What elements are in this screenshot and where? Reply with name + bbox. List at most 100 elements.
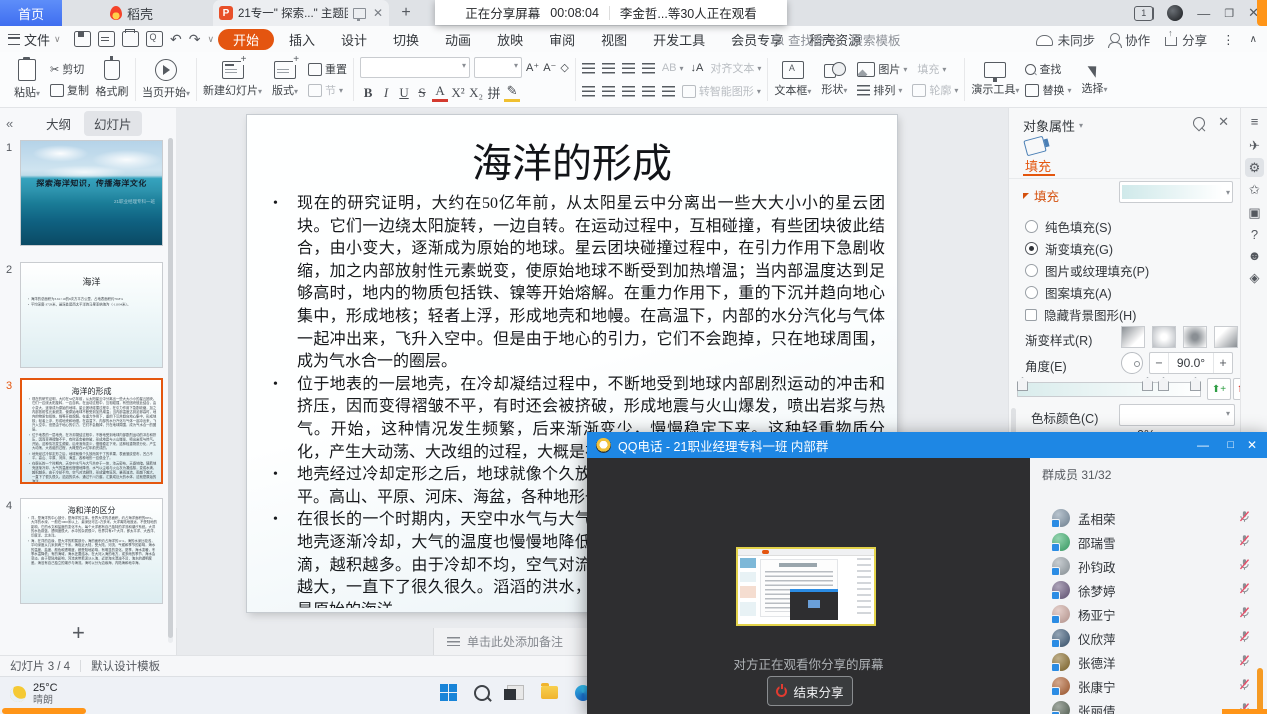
strikethrough-button[interactable]: S (414, 85, 430, 101)
share-button[interactable]: 分享 (1165, 30, 1207, 49)
paste-button[interactable]: 粘贴▾ (10, 54, 44, 106)
phonetic-guide-button[interactable]: 拼 (486, 83, 502, 102)
add-gradient-stop-button[interactable]: ⬆+ (1207, 378, 1231, 400)
angle-dial[interactable] (1121, 352, 1143, 374)
fill-section-header[interactable]: 填充 (1023, 186, 1059, 205)
collapse-panel-button[interactable]: « (6, 116, 13, 131)
effects-icon[interactable]: ✩ (1245, 180, 1264, 199)
fill-preview-dropdown[interactable]: ▾ (1119, 181, 1233, 203)
gradient-stop[interactable] (1190, 377, 1201, 391)
option-hide-background[interactable]: 隐藏背景图形(H) (1025, 305, 1136, 324)
align-text-button[interactable]: 对齐文本▾ (710, 60, 761, 77)
fill-button[interactable]: 填充▾ (917, 61, 946, 78)
gradient-style-3[interactable] (1183, 326, 1207, 348)
find-button[interactable]: 查找 (1025, 61, 1071, 78)
member-row[interactable]: 孟相荣 (1030, 506, 1267, 530)
quick-tools-icon[interactable]: ✈ (1245, 136, 1264, 155)
font-size-combobox[interactable] (474, 57, 522, 78)
angle-value[interactable]: 90.0° (1168, 353, 1214, 373)
menu-tab-设计[interactable]: 设计 (336, 27, 372, 52)
slide-thumbnail-4[interactable]: 海和洋的区分 洋，是海洋的中心部分，是海洋的主体。世界大洋的总面积，约占海洋面积… (20, 498, 163, 604)
option-solid-fill[interactable]: 纯色填充(S) (1025, 217, 1112, 236)
new-tab-button[interactable]: + (396, 3, 416, 23)
decrease-font-button[interactable]: A⁻ (543, 59, 556, 76)
textbox-button[interactable]: 文本框▾ (774, 54, 811, 106)
qq-close-button[interactable]: ✕ (1247, 432, 1257, 458)
tab-home[interactable]: 首页 (0, 0, 62, 26)
gradient-stop[interactable] (1158, 377, 1169, 391)
align-left-icon[interactable] (582, 86, 595, 97)
account-avatar[interactable] (1167, 5, 1183, 21)
redo-icon[interactable]: ↷ (189, 31, 201, 48)
undo-icon[interactable]: ↶ (170, 31, 182, 48)
qq-minimize-button[interactable]: — (1197, 432, 1209, 458)
member-row[interactable]: 杨亚宁 (1030, 602, 1267, 626)
member-list-scrollbar[interactable] (1257, 668, 1263, 714)
sync-status[interactable]: 未同步 (1036, 30, 1096, 49)
section-button[interactable]: 节▾ (308, 82, 347, 99)
file-explorer-icon[interactable] (541, 686, 558, 699)
member-row[interactable]: 徐梦婷 (1030, 578, 1267, 602)
more-options-icon[interactable]: ⋮ (1222, 32, 1235, 47)
select-button[interactable]: 选择▾ (1077, 54, 1111, 106)
tab-slides-active[interactable]: 幻灯片 (84, 111, 142, 136)
taskbar-search-icon[interactable] (474, 685, 490, 701)
font-color-button[interactable]: A (432, 83, 448, 102)
mic-muted-icon[interactable] (1238, 606, 1251, 622)
new-slide-button[interactable]: 新建幻灯片▾ (203, 54, 262, 106)
drag-handle-icon[interactable]: ≡ (1245, 112, 1264, 131)
menu-tab-放映[interactable]: 放映 (492, 27, 528, 52)
duplicate-icon[interactable]: ▣ (1245, 203, 1264, 222)
gradient-style-1[interactable] (1121, 326, 1145, 348)
menu-tab-start-active[interactable]: 开始 (218, 29, 274, 50)
member-row[interactable]: 张康宁 (1030, 674, 1267, 698)
bullets-icon[interactable] (582, 63, 595, 74)
member-row[interactable]: 仪欣萍 (1030, 626, 1267, 650)
mic-muted-icon[interactable] (1238, 630, 1251, 646)
maximize-button[interactable]: ❐ (1224, 7, 1234, 20)
customize-toolbar-icon[interactable]: ∨ (207, 34, 214, 45)
outline-button[interactable]: 轮廓▾ (912, 82, 958, 99)
justify-icon[interactable] (642, 86, 655, 97)
align-right-icon[interactable] (622, 86, 635, 97)
menu-tab-插入[interactable]: 插入 (284, 27, 320, 52)
to-smartart-button[interactable]: 转智能图形▾ (682, 83, 761, 100)
layout-button[interactable]: 版式▾ (268, 54, 302, 106)
angle-increase-button[interactable]: + (1214, 356, 1232, 370)
menu-tab-开发工具[interactable]: 开发工具 (648, 27, 710, 52)
print-preview-icon[interactable] (146, 31, 163, 47)
cut-button[interactable]: ✂剪切 (50, 61, 89, 78)
inspiration-icon[interactable]: ◈ (1245, 268, 1264, 287)
mic-muted-icon[interactable] (1238, 510, 1251, 526)
angle-decrease-button[interactable]: − (1150, 356, 1168, 370)
shapes-button[interactable]: 形状▾ (817, 54, 851, 106)
picture-button[interactable]: 图片▾ (857, 61, 907, 78)
assistant-icon[interactable]: ☻ (1245, 246, 1264, 265)
line-spacing-icon[interactable] (662, 86, 675, 97)
close-tab-icon[interactable]: ✕ (373, 6, 383, 20)
pin-icon[interactable] (1191, 115, 1208, 132)
weather-widget[interactable]: 25°C 晴朗 (10, 682, 58, 706)
mic-muted-icon[interactable] (1238, 534, 1251, 550)
fill-tab[interactable]: 填充 (1025, 156, 1051, 175)
align-center-icon[interactable] (602, 86, 615, 97)
gradient-style-4[interactable] (1214, 326, 1238, 348)
mic-muted-icon[interactable] (1238, 678, 1251, 694)
arrange-button[interactable]: 排列▾ (857, 82, 902, 99)
collaborate-button[interactable]: 协作 (1110, 30, 1150, 49)
mic-muted-icon[interactable] (1238, 582, 1251, 598)
bold-button[interactable]: B (360, 85, 376, 101)
object-properties-icon[interactable]: ⚙ (1245, 158, 1264, 177)
text-direction-button[interactable]: AB▾ (662, 60, 684, 77)
menu-tab-动画[interactable]: 动画 (440, 27, 476, 52)
stop-color-dropdown[interactable] (1119, 404, 1235, 426)
option-gradient-fill-selected[interactable]: 渐变填充(G) (1025, 239, 1113, 258)
sort-text-icon[interactable]: ↓A (691, 60, 704, 77)
close-panel-icon[interactable]: ✕ (1218, 114, 1229, 130)
italic-button[interactable]: I (378, 85, 394, 101)
tab-docer[interactable]: 稻壳 (98, 0, 182, 26)
member-row[interactable]: 孙钧政 (1030, 554, 1267, 578)
slides-scrollbar[interactable] (168, 138, 173, 643)
option-picture-fill[interactable]: 图片或纹理填充(P) (1025, 261, 1149, 280)
gradient-stops-slider[interactable] (1017, 382, 1201, 397)
